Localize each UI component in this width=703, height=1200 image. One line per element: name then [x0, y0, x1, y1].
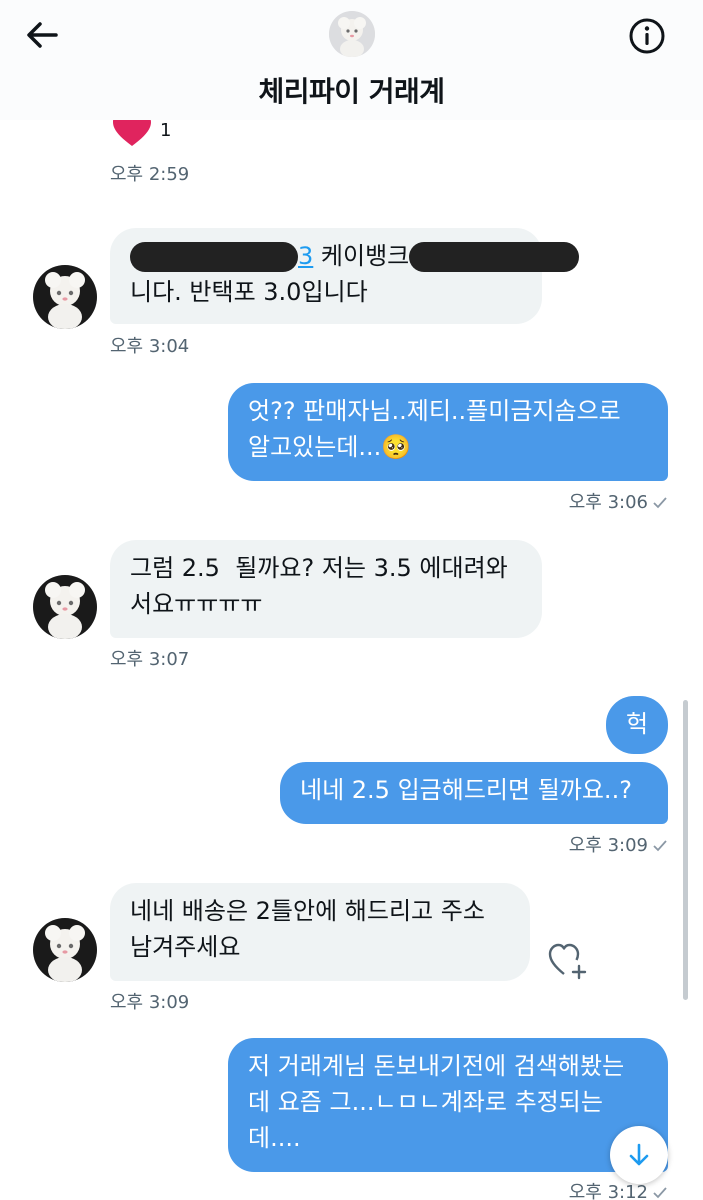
outgoing-message[interactable]: 엇?? 판매자님..제티..플미금지솜으로 알고있는데...🥺 — [228, 383, 668, 481]
redacted-block — [130, 242, 298, 272]
conversation-title: 체리파이 거래계 — [258, 75, 445, 108]
sender-avatar[interactable] — [33, 265, 97, 329]
conversation-header: 체리파이 거래계 — [0, 0, 703, 120]
message-line: 그럼 2.5 될까요? 저는 3.5 에대려와 — [130, 554, 508, 582]
check-icon — [653, 840, 667, 852]
info-button[interactable] — [626, 15, 668, 57]
incoming-message[interactable]: 네네 배송은 2틀안에 해드리고 주소 남겨주세요 — [110, 883, 530, 981]
message-line: 남겨주세요 — [130, 933, 241, 961]
heart-plus-icon — [548, 943, 587, 980]
message-timestamp: 오후 3:06 — [468, 488, 668, 514]
check-icon — [653, 497, 667, 509]
scroll-to-bottom-button[interactable] — [610, 1126, 668, 1184]
message-line: 헉 — [625, 710, 649, 738]
outgoing-message[interactable]: 네네 2.5 입금해드리면 될까요..? — [280, 762, 668, 824]
message-line: 데.... — [248, 1124, 301, 1152]
message-line: 알고있는데...🥺 — [248, 433, 412, 461]
message-timestamp: 오후 3:09 — [110, 992, 190, 1013]
arrow-left-icon — [27, 22, 58, 48]
message-line: 저 거래계님 돈보내기전에 검색해봤는 — [248, 1052, 625, 1080]
account-link[interactable]: 3 — [298, 242, 313, 270]
message-line: 서요ㅠㅠㅠㅠ — [130, 590, 263, 618]
message-text: 케이뱅크 — [313, 242, 410, 270]
back-button[interactable] — [22, 16, 62, 56]
message-line: 데 요즘 그...ㄴㅁㄴ계좌로 추정되는 — [248, 1088, 603, 1116]
conversation-avatar[interactable] — [329, 11, 375, 57]
sender-avatar[interactable] — [33, 918, 97, 982]
message-timestamp: 오후 3:04 — [110, 336, 190, 357]
incoming-message[interactable]: 3 케이뱅크 니다. 반택포 3.0입니다 — [110, 228, 580, 324]
message-line: 니다. 반택포 3.0입니다 — [130, 278, 368, 306]
info-icon — [629, 18, 665, 54]
check-icon — [653, 1187, 667, 1199]
timestamp-text: 오후 3:06 — [568, 492, 648, 513]
incoming-message[interactable]: 그럼 2.5 될까요? 저는 3.5 에대려와 서요ㅠㅠㅠㅠ — [110, 540, 542, 638]
like-message-button[interactable] — [548, 942, 588, 980]
redacted-block — [409, 242, 580, 272]
message-line: 네네 배송은 2틀안에 해드리고 주소 — [130, 897, 485, 925]
message-timestamp: 오후 3:09 — [468, 831, 668, 857]
message-line: 3 케이뱅크 — [130, 238, 580, 274]
reaction-count: 1 — [160, 119, 172, 141]
message-timestamp: 오후 3:07 — [110, 649, 190, 670]
message-line: 네네 2.5 입금해드리면 될까요..? — [300, 776, 632, 804]
sender-avatar[interactable] — [33, 575, 97, 639]
scrollbar-thumb[interactable] — [683, 700, 688, 1000]
message-timestamp: 오후 2:59 — [110, 164, 190, 185]
message-line: 엇?? 판매자님..제티..플미금지솜으로 — [248, 397, 621, 425]
timestamp-text: 오후 3:12 — [568, 1182, 648, 1200]
arrow-down-icon — [629, 1143, 649, 1166]
outgoing-message[interactable]: 저 거래계님 돈보내기전에 검색해봤는 데 요즘 그...ㄴㅁㄴ계좌로 추정되는… — [228, 1038, 668, 1172]
outgoing-message[interactable]: 헉 — [606, 696, 668, 754]
timestamp-text: 오후 3:09 — [568, 835, 648, 856]
